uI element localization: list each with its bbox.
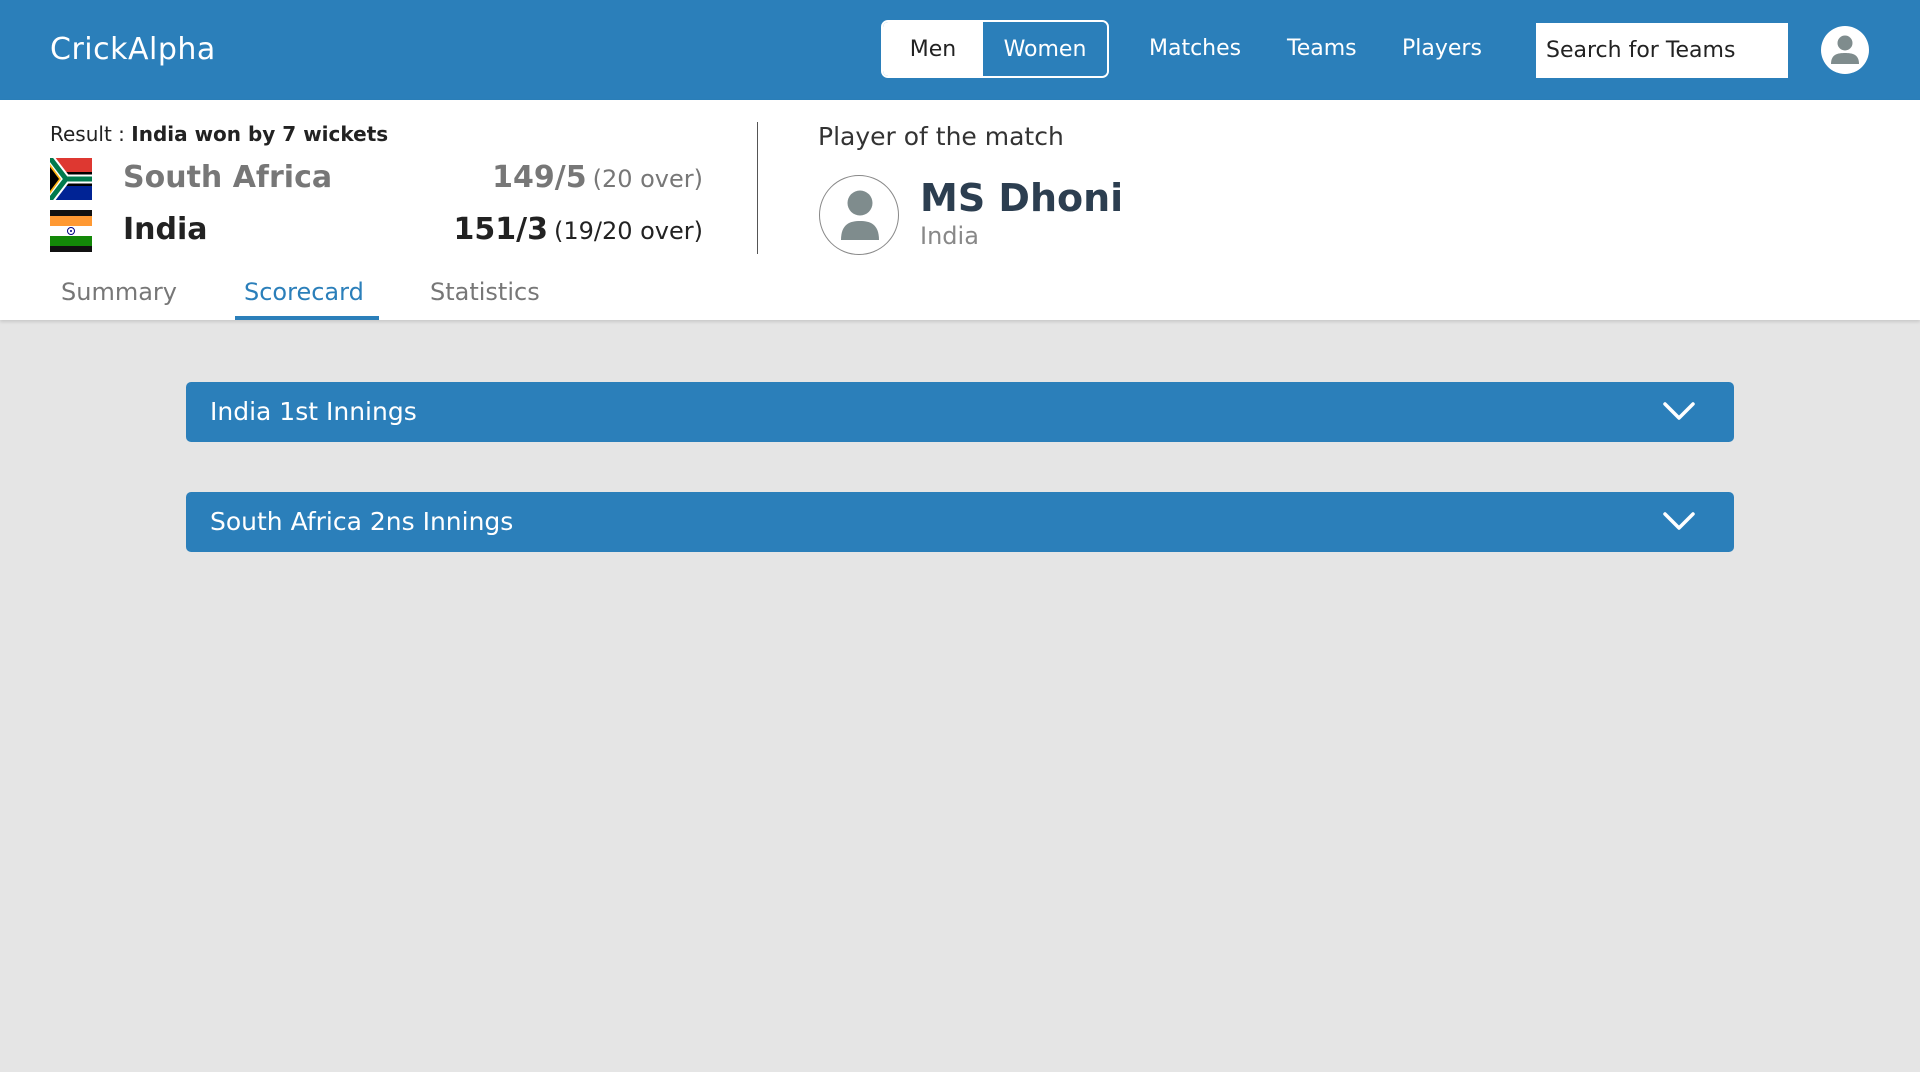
team-runs: 149/5 (492, 160, 587, 195)
chevron-down-icon[interactable] (1662, 398, 1696, 424)
tab-scorecard[interactable]: Scorecard (244, 278, 364, 306)
tab-statistics[interactable]: Statistics (430, 278, 540, 306)
team-name[interactable]: India (123, 212, 208, 247)
top-navbar: CrickAlpha Men Women Matches Teams Playe… (0, 0, 1920, 100)
team-row-south-africa: South Africa 149/5 (20 over) (46, 155, 703, 203)
search-input[interactable] (1536, 23, 1788, 78)
tab-summary[interactable]: Summary (61, 278, 177, 306)
vertical-divider (757, 122, 758, 254)
innings-accordion-india[interactable]: India 1st Innings (186, 382, 1734, 442)
women-toggle-button[interactable]: Women (983, 22, 1107, 76)
south-africa-flag-icon (46, 155, 92, 203)
active-tab-indicator (235, 316, 379, 320)
player-of-match-name[interactable]: MS Dhoni (920, 176, 1123, 220)
nav-matches[interactable]: Matches (1149, 36, 1241, 61)
team-score: 151/3 (19/20 over) (454, 212, 704, 247)
result-label: Result : (50, 122, 125, 146)
gender-toggle: Men Women (881, 20, 1109, 78)
match-info-panel: Result : India won by 7 wickets South Af… (0, 100, 1920, 320)
team-runs: 151/3 (453, 212, 548, 247)
innings-title: India 1st Innings (210, 397, 417, 426)
team-score: 149/5 (20 over) (492, 160, 703, 195)
team-overs: (20 over) (592, 165, 703, 193)
men-toggle-button[interactable]: Men (883, 22, 983, 76)
india-flag-icon (50, 210, 92, 252)
team-overs: (19/20 over) (553, 217, 703, 245)
nav-teams[interactable]: Teams (1287, 36, 1357, 61)
innings-accordion-south-africa[interactable]: South Africa 2ns Innings (186, 492, 1734, 552)
player-of-match-team: India (920, 222, 979, 250)
match-result: Result : India won by 7 wickets (50, 122, 388, 146)
innings-title: South Africa 2ns Innings (210, 507, 514, 536)
team-name[interactable]: South Africa (123, 160, 332, 195)
brand-logo[interactable]: CrickAlpha (50, 32, 216, 67)
team-row-india: India 151/3 (19/20 over) (50, 210, 703, 254)
player-of-match-label: Player of the match (818, 122, 1064, 151)
nav-players[interactable]: Players (1402, 36, 1482, 61)
user-icon[interactable] (1821, 26, 1869, 74)
result-text: India won by 7 wickets (131, 122, 389, 146)
player-avatar-icon (819, 175, 899, 255)
chevron-down-icon[interactable] (1662, 508, 1696, 534)
